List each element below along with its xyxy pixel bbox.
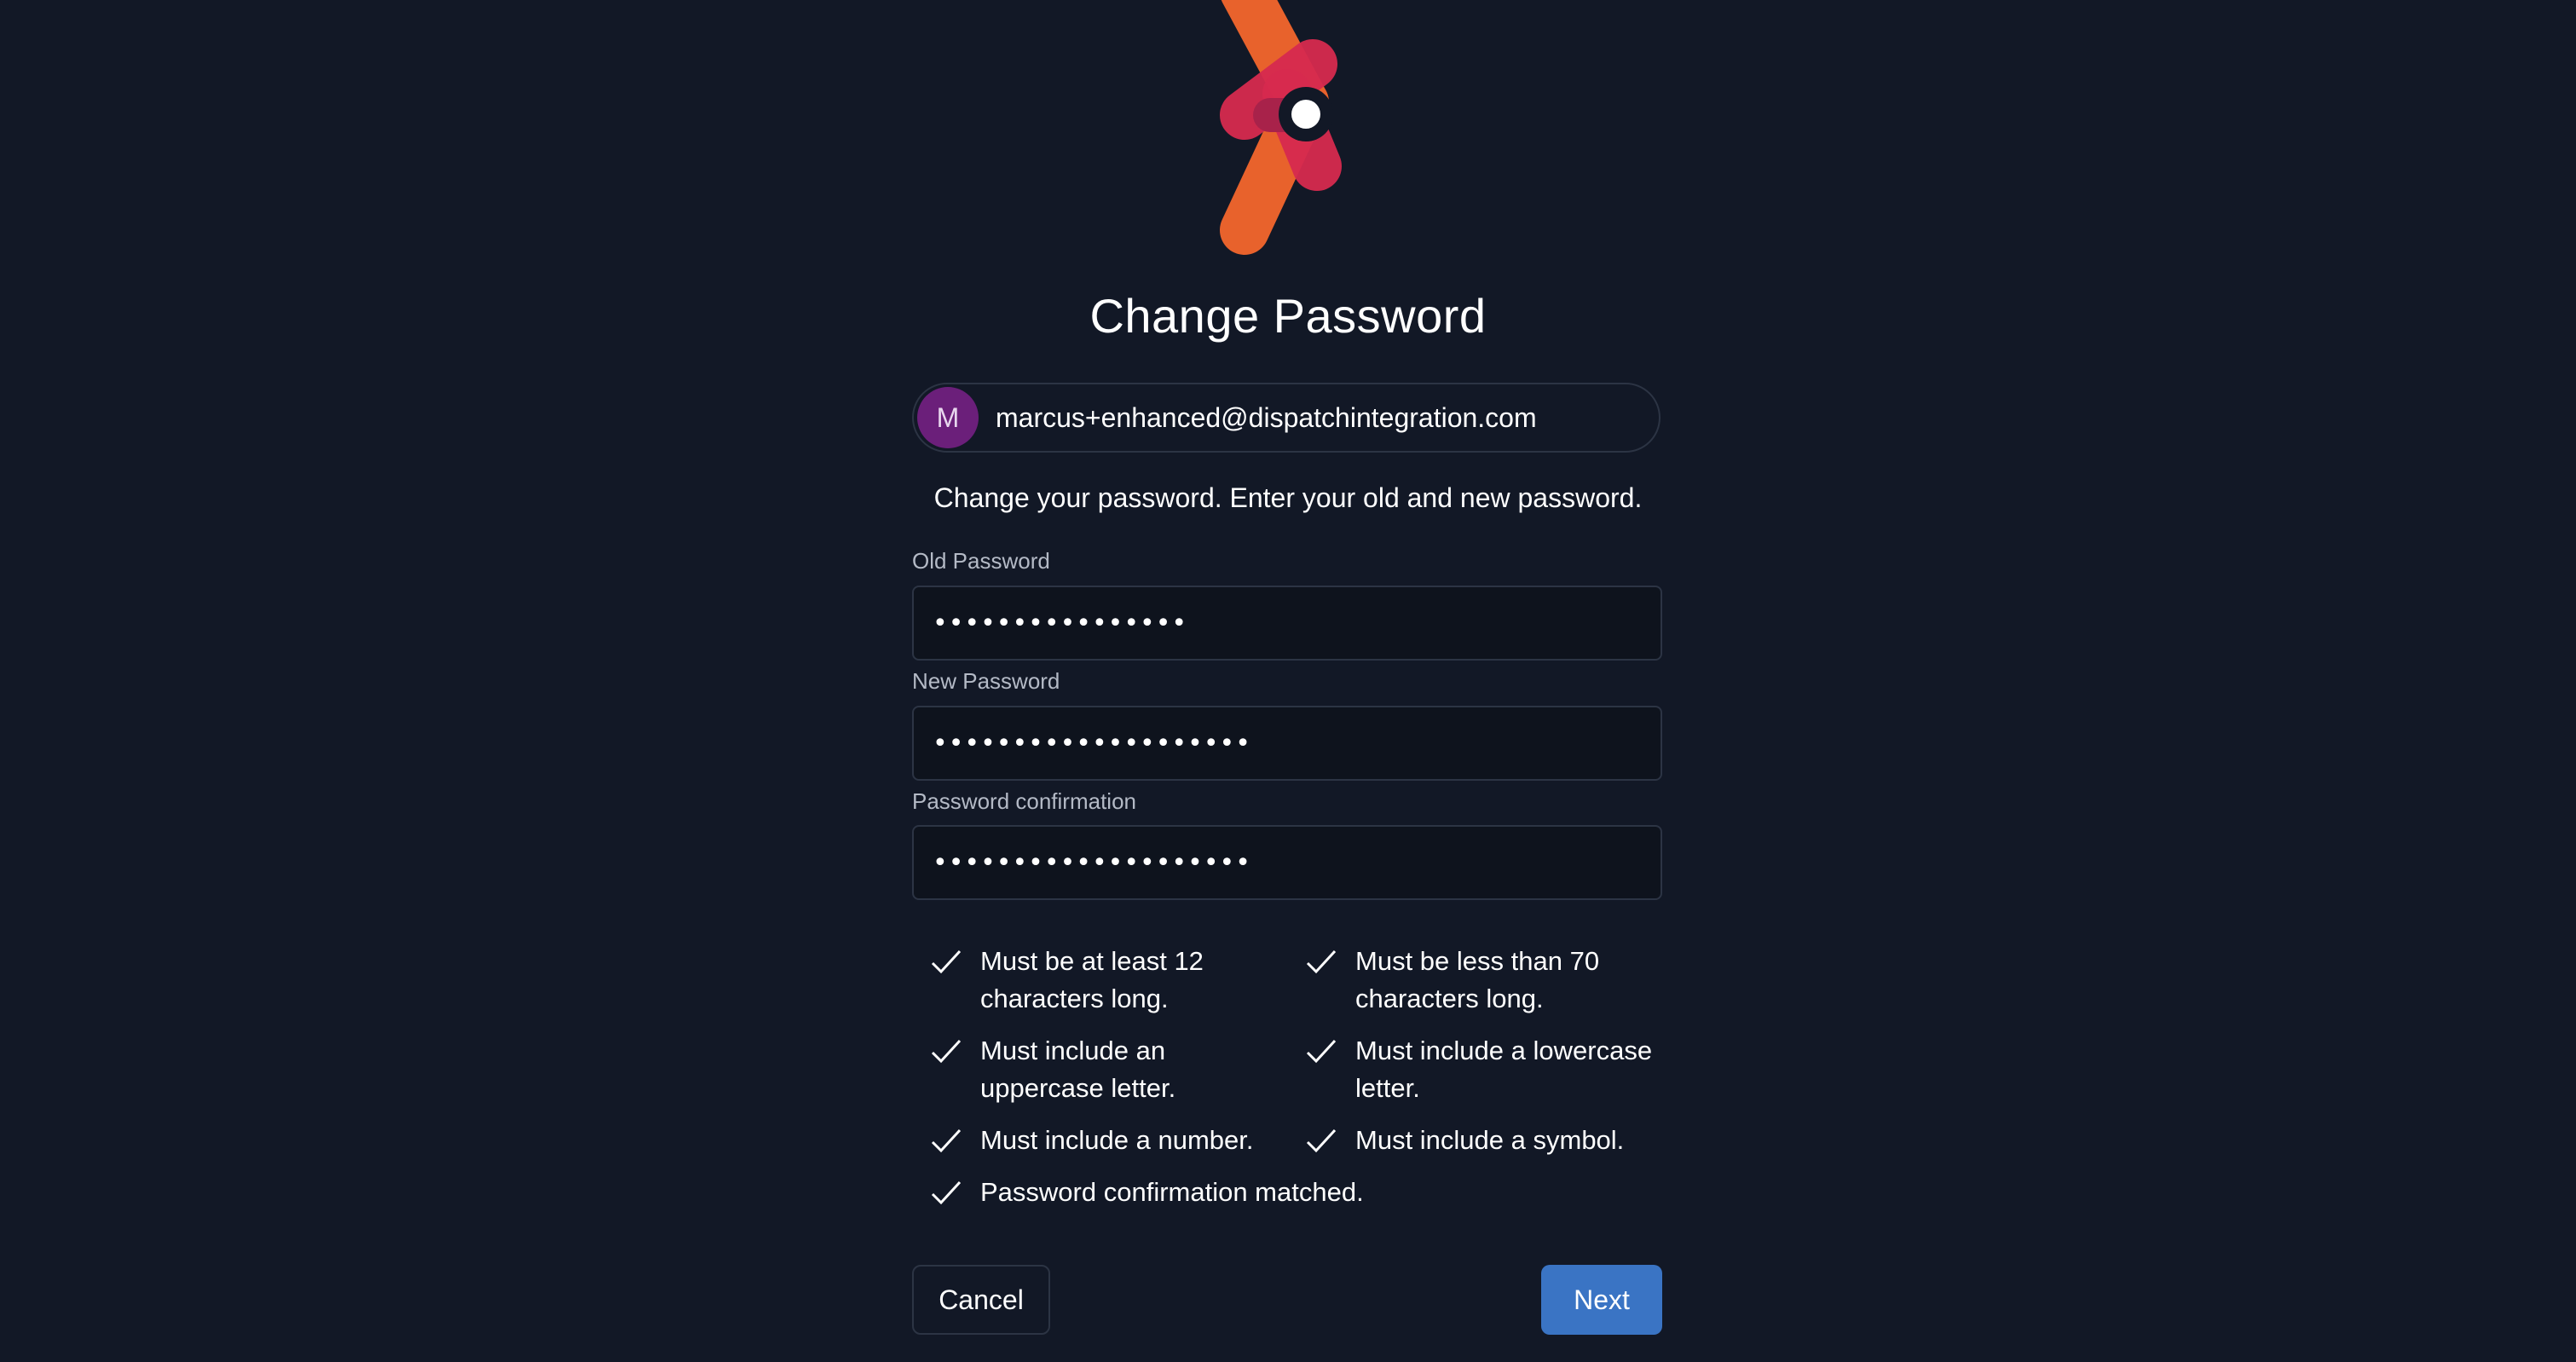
- requirement-text: Password confirmation matched.: [980, 1177, 1364, 1207]
- next-button[interactable]: Next: [1541, 1265, 1662, 1335]
- requirement-lowercase: Must include a lowercase letter.: [1302, 1032, 1662, 1107]
- page-title: Change Password: [1089, 289, 1487, 343]
- requirement-confirmation-match: Password confirmation matched.: [927, 1174, 1458, 1211]
- new-password-label: New Password: [912, 668, 1060, 694]
- new-password-input[interactable]: [912, 706, 1662, 781]
- password-confirmation-label: Password confirmation: [912, 788, 1136, 814]
- requirement-min-length: Must be at least 12 characters long.: [927, 943, 1287, 1018]
- app-logo-icon: [1220, 0, 1342, 255]
- requirement-text: Must be less than 70 characters long.: [1355, 946, 1600, 1013]
- checkmark-icon: [931, 1039, 962, 1064]
- requirement-text: Must include a symbol.: [1355, 1125, 1625, 1155]
- checkmark-icon: [1306, 949, 1337, 974]
- checkmark-icon: [931, 1128, 962, 1153]
- requirement-text: Must be at least 12 characters long.: [980, 946, 1204, 1013]
- checkmark-icon: [1306, 1039, 1337, 1064]
- checkmark-icon: [1306, 1128, 1337, 1153]
- checkmark-icon: [931, 949, 962, 974]
- cancel-button[interactable]: Cancel: [912, 1265, 1050, 1335]
- instructions-text: Change your password. Enter your old and…: [933, 482, 1643, 513]
- requirement-text: Must include a lowercase letter.: [1355, 1036, 1653, 1103]
- requirement-symbol: Must include a symbol.: [1302, 1122, 1662, 1159]
- requirement-number: Must include a number.: [927, 1122, 1287, 1159]
- account-pill: M marcus+enhanced@dispatchintegration.co…: [912, 383, 1661, 453]
- requirement-max-length: Must be less than 70 characters long.: [1302, 943, 1662, 1018]
- old-password-label: Old Password: [912, 548, 1050, 574]
- requirement-uppercase: Must include an uppercase letter.: [927, 1032, 1287, 1107]
- requirement-text: Must include an uppercase letter.: [980, 1036, 1176, 1103]
- checkmark-icon: [931, 1180, 962, 1205]
- requirement-text: Must include a number.: [980, 1125, 1254, 1155]
- password-confirmation-input[interactable]: [912, 825, 1662, 900]
- account-email: marcus+enhanced@dispatchintegration.com: [996, 401, 1537, 433]
- avatar: M: [917, 387, 979, 448]
- old-password-input[interactable]: [912, 586, 1662, 661]
